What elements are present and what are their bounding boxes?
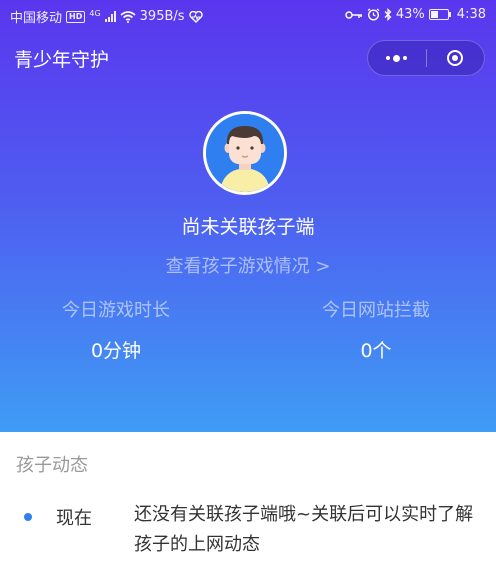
stat-site-blocked: 今日网站拦截 0个	[276, 296, 476, 363]
activity-section-title: 孩子动态	[16, 455, 88, 476]
signal-icon	[104, 11, 116, 22]
screen: 中国移动 HD 4G 395B/s 43% 4:38 青少年守护 尚未关联孩子端…	[0, 0, 496, 568]
child-avatar-icon	[206, 114, 284, 192]
carrier-label: 中国移动	[10, 11, 63, 26]
child-avatar[interactable]	[203, 111, 287, 195]
battery-icon	[428, 9, 451, 20]
target-close-icon	[447, 50, 464, 66]
activity-text: 还没有关联孩子端哦~关联后可以实时了解孩子的上网动态	[134, 504, 474, 555]
alarm-icon	[367, 8, 380, 21]
heart-health-icon	[188, 10, 203, 23]
activity-time: 现在	[56, 508, 92, 529]
link-status-text: 尚未关联孩子端	[181, 216, 315, 238]
view-game-status-link[interactable]: 查看孩子游戏情况 >	[0, 252, 496, 278]
network-type: 4G	[89, 9, 101, 18]
game-time-label: 今日游戏时长	[62, 300, 170, 321]
timeline-dot-icon	[24, 513, 32, 521]
miniprogram-capsule	[367, 40, 485, 76]
bluetooth-icon	[384, 8, 392, 21]
wifi-icon	[120, 10, 136, 23]
clock-time: 4:38	[456, 7, 486, 22]
battery-fill	[430, 11, 438, 18]
page-title: 青少年守护	[14, 49, 110, 71]
blocked-value: 0个	[360, 340, 392, 362]
network-speed: 395B/s	[139, 9, 185, 24]
blocked-label: 今日网站拦截	[322, 300, 430, 321]
status-left: 中国移动 HD 4G 395B/s	[10, 7, 203, 26]
status-bar: 中国移动 HD 4G 395B/s 43% 4:38	[0, 0, 496, 32]
key-icon	[345, 10, 362, 19]
header-panel: 中国移动 HD 4G 395B/s 43% 4:38 青少年守护 尚未关联孩子端…	[0, 0, 496, 432]
more-dots-icon	[386, 54, 408, 62]
hd-badge: HD	[66, 10, 86, 23]
close-miniprogram-button[interactable]	[427, 41, 485, 75]
battery-percent: 43%	[395, 7, 425, 22]
status-right: 43% 4:38	[345, 7, 486, 22]
stat-game-time: 今日游戏时长 0分钟	[16, 296, 216, 363]
more-menu-button[interactable]	[368, 41, 426, 75]
game-time-value: 0分钟	[90, 340, 142, 362]
